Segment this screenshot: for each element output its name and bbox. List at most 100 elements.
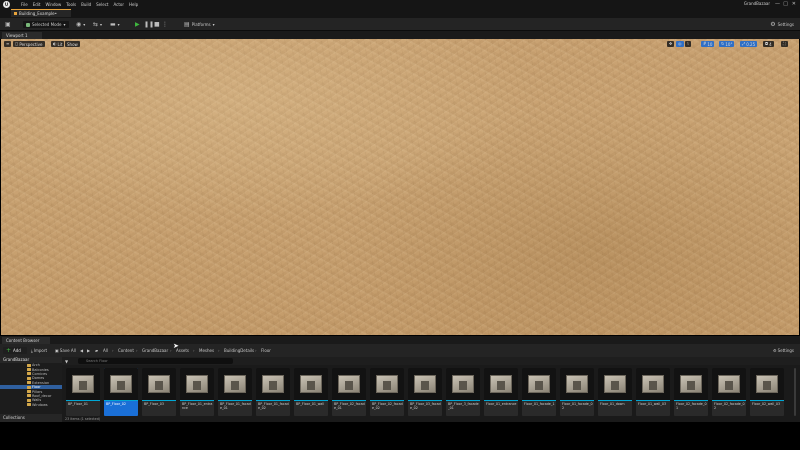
asset-tile[interactable]: BP_Floor_03 [142,368,176,416]
rotation-snap-toggle[interactable]: ↻ 10° [719,41,735,47]
chevron-down-icon: ▾ [212,22,215,27]
stop-button[interactable]: ■ [154,21,160,28]
cinematics-button[interactable]: ▬ ▾ [110,21,120,28]
folder-icon [27,363,31,367]
asset-label: Floor_01_facade_02 [562,402,593,410]
asset-type-strip [66,400,100,401]
title-bar: U File Edit Window Tools Build Select Ac… [0,0,800,8]
asset-tile[interactable]: Floor_01_facade_1 [522,368,556,416]
mesh-preview-icon [376,375,398,393]
maximize-button[interactable]: □ [783,1,788,7]
asset-tile[interactable]: BP_Floor_01_entrance [180,368,214,416]
level-viewport[interactable]: ≡ ◻ Perspective ◐ Lit Show ✥ ◎ ⌇ # 10 ↻ … [1,39,799,335]
tab-content-browser[interactable]: Content Browser [2,337,50,344]
menu-select[interactable]: Select [96,2,108,7]
asset-tile[interactable]: Floor_01_wall_03 [636,368,670,416]
asset-tile[interactable]: BP_Floor_03_facade_02 [408,368,442,416]
play-button[interactable]: ▶ [135,21,140,28]
asset-tile[interactable]: BP_Floor_3_facade_01 [446,368,480,416]
breadcrumb-separator: › [170,348,172,353]
minimize-button[interactable]: — [775,1,780,7]
blueprint-button[interactable]: ⇆ ▾ [93,21,102,28]
breadcrumb-all[interactable]: All [103,347,108,354]
mesh-preview-icon [414,375,436,393]
settings-button[interactable]: ⚙ Settings [770,21,794,28]
menu-window[interactable]: Window [45,2,61,7]
asset-tile[interactable]: BP_Floor_01_facade_01 [218,368,252,416]
asset-tile[interactable]: Floor_02_wall_03 [750,368,784,416]
tree-item-windows[interactable]: Windows [0,403,62,407]
asset-label: Floor_02_facade_02 [714,402,745,410]
perspective-button[interactable]: ◻ Perspective [13,41,45,47]
content-browser-settings-button[interactable]: ⚙ Settings [773,347,794,354]
breadcrumb-grandbazaar[interactable]: GrandBazaar [142,347,168,354]
asset-tile[interactable]: BP_Floor_02 [104,368,138,416]
surface-snap-button[interactable]: ⌇ [685,41,691,47]
scale-snap-toggle[interactable]: ⤢ 0.25 [740,41,758,47]
save-button[interactable]: ▣ [5,21,11,28]
asset-tile[interactable]: Floor_02_facade_02 [712,368,746,416]
add-button[interactable]: + Add [3,347,27,354]
breadcrumb-buildingdetails[interactable]: BuildingDetails [224,347,254,354]
asset-tile[interactable]: BP_Floor_02_facade_02 [370,368,404,416]
collections-header[interactable]: Collections [0,414,62,422]
search-input[interactable]: Search Floor [78,358,233,364]
surface-snap-icon: ⌇ [687,41,689,46]
asset-tile[interactable]: Floor_01_down [598,368,632,416]
mode-label: Selected Mode [32,22,62,27]
asset-tile[interactable]: BP_Floor_01_wall [294,368,328,416]
asset-tile[interactable]: Floor_01_entrance [484,368,518,416]
asset-thumbnail [66,368,100,400]
menu-file[interactable]: File [21,2,28,7]
transform-move-button[interactable]: ✥ [667,41,675,47]
asset-thumbnail [332,368,366,400]
close-button[interactable]: ✕ [792,1,796,7]
folder-icon: ▰ [95,348,99,353]
menu-help[interactable]: Help [129,2,138,7]
asset-tile[interactable]: BP_Floor_01 [66,368,100,416]
platforms-label: Platforms [191,22,211,27]
history-forward-button[interactable]: ▶ [87,347,90,354]
mesh-preview-icon [756,375,778,393]
maximize-viewport-button[interactable]: ⛶ [781,41,788,47]
save-all-button[interactable]: ▣ Save All [55,347,76,354]
asset-tile[interactable]: Floor_02_facade_01 [674,368,708,416]
viewport-options-button[interactable]: ≡ [4,41,12,47]
breadcrumb-meshes[interactable]: Meshes [199,347,214,354]
filter-icon[interactable]: ▼ [65,357,68,365]
hamburger-icon: ≡ [6,41,10,46]
asset-type-strip [294,400,328,401]
play-options-button[interactable]: ⋮ [162,21,168,28]
create-button[interactable]: ◉ ▾ [76,21,85,28]
camera-icon: ◘ [765,41,769,46]
asset-type-strip [674,400,708,401]
tab-level[interactable]: Building_Example• [11,9,71,17]
tab-viewport[interactable]: Viewport 1 [2,32,42,39]
pause-button[interactable]: ❚❚ [144,21,154,28]
menu-actor[interactable]: Actor [113,2,124,7]
mesh-preview-icon [186,375,208,393]
asset-tile[interactable]: BP_Floor_02_facade_01 [332,368,366,416]
menu-build[interactable]: Build [81,2,91,7]
menu-tools[interactable]: Tools [66,2,76,7]
grid-snap-toggle[interactable]: # 10 [701,41,715,47]
asset-label: Floor_02_wall_03 [752,402,781,406]
history-back-button[interactable]: ◀ [80,347,83,354]
asset-tile[interactable]: Floor_01_facade_02 [560,368,594,416]
breadcrumb-floor[interactable]: Floor [261,347,271,354]
import-button[interactable]: ⤓ Import [31,347,47,354]
asset-tile[interactable]: BP_Floor_01_facade_02 [256,368,290,416]
camera-speed-button[interactable]: ◘ 4 [763,41,774,47]
show-button[interactable]: Show [65,41,80,47]
asset-thumbnail [560,368,594,400]
asset-thumbnail [522,368,556,400]
asset-type-strip [446,400,480,401]
platforms-button[interactable]: ▤ Platforms ▾ [184,21,215,28]
world-local-toggle[interactable]: ◎ [676,41,684,47]
breadcrumb-content[interactable]: Content [118,347,134,354]
tree-item-label: Walls [32,398,42,403]
mode-select[interactable]: Selected Mode ▾ [23,21,69,28]
menu-edit[interactable]: Edit [33,2,41,7]
asset-scrollbar[interactable] [794,368,796,416]
view-mode-button[interactable]: ◐ Lit [51,41,65,47]
